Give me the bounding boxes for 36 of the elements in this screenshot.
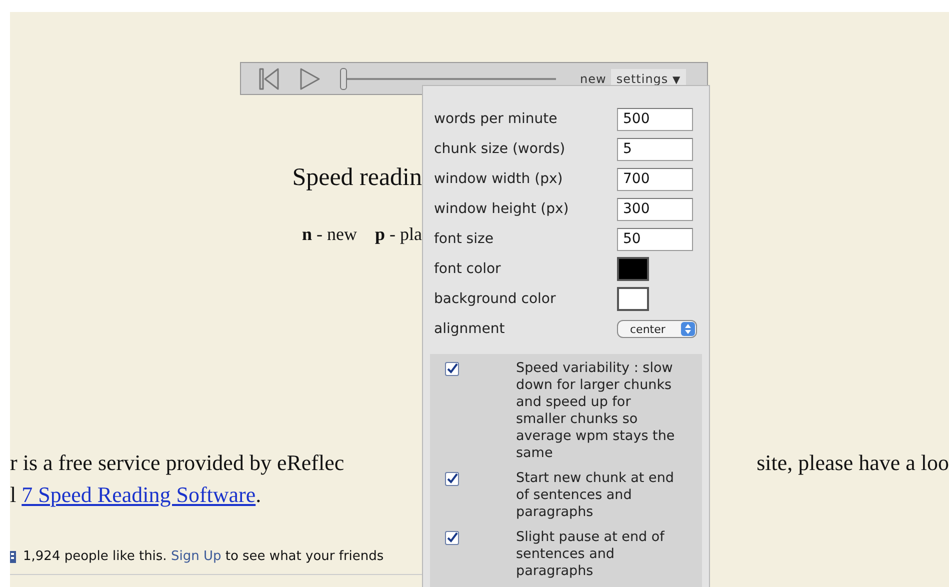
software-link[interactable]: 7 Speed Reading Software <box>22 482 256 507</box>
setting-label: background color <box>434 291 556 307</box>
like-text: 1,924 people like this. Sign Up to see what your friends <box>23 549 384 564</box>
setting-input[interactable]: 5 <box>617 138 693 160</box>
intro-text: r is a free service provided by eReflec <box>10 450 346 476</box>
option-label: Start new chunk at end of sentences and paragraphs <box>516 470 675 521</box>
stepper-arrows-icon[interactable] <box>681 322 695 336</box>
new-button[interactable]: new <box>580 72 606 86</box>
setting-label: chunk size (words) <box>434 141 566 157</box>
setting-label: window width (px) <box>434 171 563 187</box>
color-swatch[interactable] <box>617 257 649 281</box>
shortcut-hint: n - new <box>302 224 357 245</box>
color-swatch[interactable] <box>617 287 649 311</box>
setting-label: alignment <box>434 321 505 337</box>
option-label: Speed variability : slow down for larger chunks and speed up for smaller chunks so average wpm stays the same <box>516 360 676 462</box>
setting-input[interactable]: 50 <box>617 228 693 250</box>
software-sentence: l 7 Speed Reading Software. <box>10 482 262 508</box>
intro-text-continued: site, please have a loo <box>756 450 949 476</box>
page-heading: Speed readin <box>291 164 422 192</box>
setting-input[interactable]: 500 <box>617 108 693 130</box>
alignment-dropdown[interactable]: center <box>617 320 697 338</box>
setting-label: window height (px) <box>434 201 569 217</box>
checkbox[interactable] <box>445 531 459 545</box>
setting-label: font color <box>434 261 501 277</box>
setting-label: words per minute <box>434 111 558 127</box>
play-icon[interactable] <box>298 66 322 92</box>
setting-input[interactable]: 300 <box>617 198 693 220</box>
like-icon[interactable] <box>10 550 16 562</box>
option-label: Slight pause at end of sentences and paragraphs <box>516 529 666 580</box>
setting-label: font size <box>434 231 494 247</box>
checkbox[interactable] <box>445 362 459 376</box>
sign-up-link[interactable]: Sign Up <box>170 549 222 564</box>
shortcut-hint: p - pla <box>375 224 422 245</box>
slider-thumb[interactable] <box>340 68 347 90</box>
setting-input[interactable]: 700 <box>617 168 693 190</box>
checkbox[interactable] <box>445 472 459 486</box>
